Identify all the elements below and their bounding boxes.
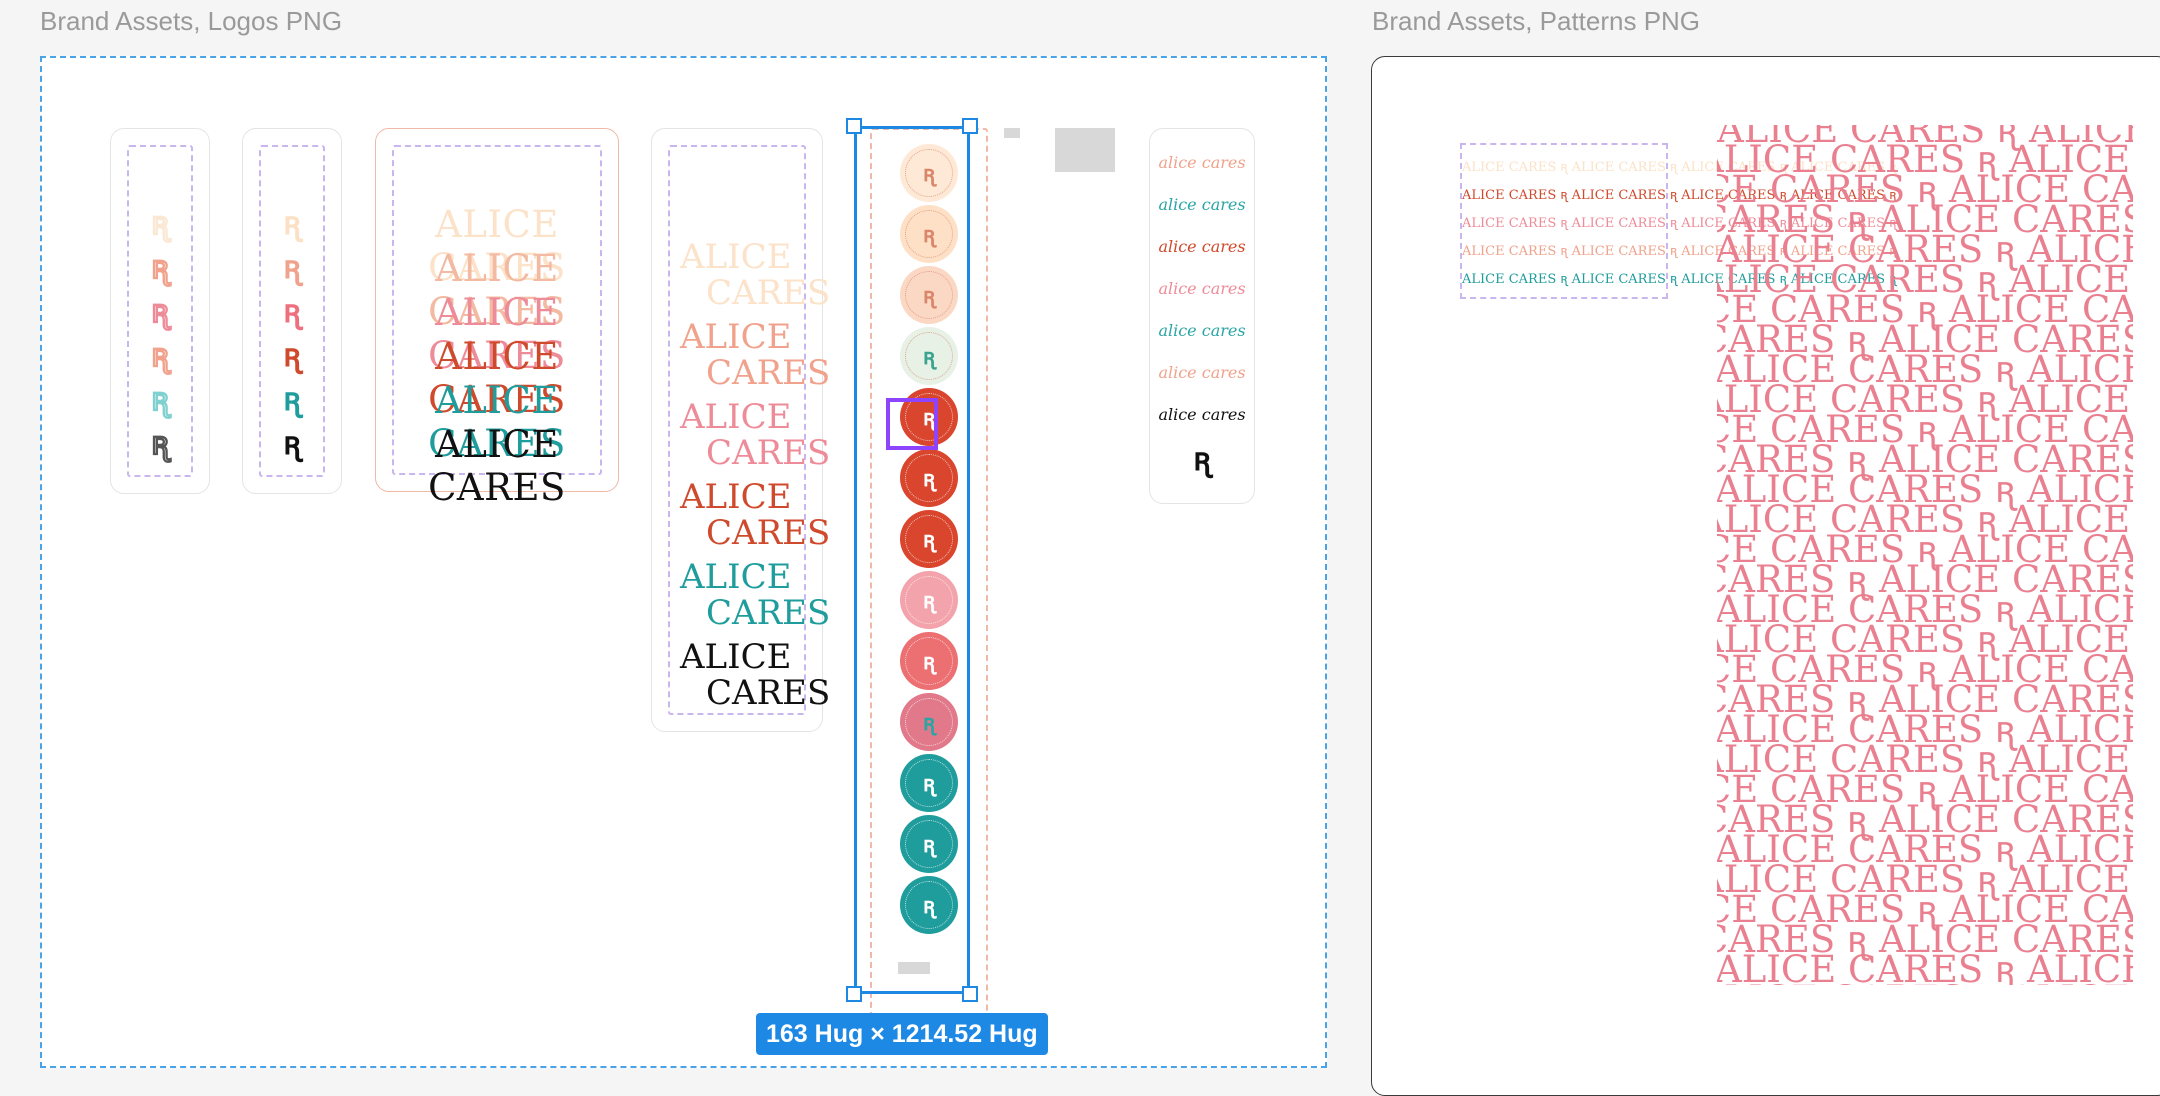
small-placeholder[interactable] bbox=[1004, 128, 1020, 138]
stacked-wordmark-teal[interactable]: ALICE CARES bbox=[680, 557, 831, 633]
mini-row-cream: ALICE CARES ꭆ ALICE CARES ꭆ ALICE CARES … bbox=[1462, 160, 1897, 175]
monogram-peach-outline[interactable]: ꭆ bbox=[151, 250, 170, 283]
script-logo-peach[interactable]: alice cares bbox=[1150, 153, 1254, 172]
selection-size-label: 163 Hug × 1214.52 Hug bbox=[756, 1013, 1048, 1055]
line-2: CARES bbox=[706, 593, 831, 633]
script-logo-card[interactable]: alice cares alice cares alice cares alic… bbox=[1149, 128, 1255, 504]
script-logo-teal-2[interactable]: alice cares bbox=[1150, 321, 1254, 340]
monogram-cream-outline[interactable]: ꭆ bbox=[151, 206, 170, 239]
line-1: ALICE bbox=[680, 317, 792, 357]
monogram-pink-outline[interactable]: ꭆ bbox=[151, 294, 170, 327]
line-2: CARES bbox=[706, 433, 831, 473]
stacked-wordmark-black[interactable]: ALICE CARES bbox=[680, 637, 831, 713]
mini-row-coral: ALICE CARES ꭆ ALICE CARES ꭆ ALICE CARES … bbox=[1462, 188, 1897, 203]
line-2: CARES bbox=[706, 273, 831, 313]
patterns-frame[interactable]: ALICE CARES ꭆ ALICE CARES ꭆ ALICE CARES … bbox=[1371, 56, 2160, 1096]
selection-box[interactable] bbox=[854, 126, 970, 994]
line-1: ALICE bbox=[680, 237, 792, 277]
line-1: ALICE bbox=[680, 557, 792, 597]
patterns-frame-title[interactable]: Brand Assets, Patterns PNG bbox=[1372, 6, 1700, 37]
monogram-outline-card[interactable]: ꭆ ꭆ ꭆ ꭆ ꭆ ꭆ bbox=[110, 128, 210, 494]
stacked-wordmark-cream[interactable]: ALICE CARES bbox=[680, 237, 831, 313]
stacked-wordmark-pink[interactable]: ALICE CARES bbox=[680, 397, 831, 473]
monogram-salmon-outline[interactable]: ꭆ bbox=[151, 338, 170, 371]
script-logo-pink[interactable]: alice cares bbox=[1150, 279, 1254, 298]
script-logo-salmon[interactable]: alice cares bbox=[1150, 363, 1254, 382]
monogram-coral-solid[interactable]: ꭆ bbox=[283, 339, 300, 371]
script-logo-black[interactable]: alice cares bbox=[1150, 405, 1254, 424]
monogram-cream-solid[interactable]: ꭆ bbox=[283, 207, 300, 239]
monogram-pink-solid[interactable]: ꭆ bbox=[283, 295, 300, 327]
stacked-wordmark-coral[interactable]: ALICE CARES bbox=[680, 477, 831, 553]
resize-handle-top-right[interactable] bbox=[962, 118, 978, 134]
monogram-black-small[interactable]: ꭆ bbox=[1193, 443, 1210, 475]
script-logo-coral[interactable]: alice cares bbox=[1150, 237, 1254, 256]
line-1: ALICE bbox=[680, 477, 792, 517]
mini-row-teal: ALICE CARES ꭆ ALICE CARES ꭆ ALICE CARES … bbox=[1462, 272, 1897, 287]
line-2: CARES bbox=[706, 353, 831, 393]
line-2: CARES bbox=[706, 673, 831, 713]
resize-handle-top-left[interactable] bbox=[846, 118, 862, 134]
script-logo-teal[interactable]: alice cares bbox=[1150, 195, 1254, 214]
mini-row-pink: ALICE CARES ꭆ ALICE CARES ꭆ ALICE CARES … bbox=[1462, 216, 1897, 231]
logos-frame-title[interactable]: Brand Assets, Logos PNG bbox=[40, 6, 342, 37]
pattern-preview[interactable]: ALICE CARES ꭆ ALICE CARES ꭆ ALICE CARES … bbox=[1717, 125, 2133, 985]
wordmark-black[interactable]: ALICE CARES bbox=[376, 423, 618, 509]
monogram-teal-outline[interactable]: ꭆ bbox=[151, 382, 170, 415]
monogram-black-solid[interactable]: ꭆ bbox=[283, 427, 300, 459]
mini-row-salmon: ALICE CARES ꭆ ALICE CARES ꭆ ALICE CARES … bbox=[1462, 244, 1897, 259]
monogram-teal-solid[interactable]: ꭆ bbox=[283, 383, 300, 415]
image-placeholder[interactable] bbox=[1055, 128, 1115, 172]
logos-frame[interactable]: ꭆ ꭆ ꭆ ꭆ ꭆ ꭆ ꭆ ꭆ ꭆ ꭆ ꭆ ꭆ ALICE CARES ALIC… bbox=[40, 56, 1327, 1068]
line-2: CARES bbox=[706, 513, 831, 553]
resize-handle-bottom-left[interactable] bbox=[846, 986, 862, 1002]
monogram-solid-card[interactable]: ꭆ ꭆ ꭆ ꭆ ꭆ ꭆ bbox=[242, 128, 342, 494]
monogram-black-outline[interactable]: ꭆ bbox=[151, 426, 170, 459]
wordmark-horizontal-card[interactable]: ALICE CARES ALICE CARES ALICE CARES ALIC… bbox=[375, 128, 619, 509]
mini-pattern-swatches[interactable]: ALICE CARES ꭆ ALICE CARES ꭆ ALICE CARES … bbox=[1460, 143, 1897, 299]
resize-handle-bottom-right[interactable] bbox=[962, 986, 978, 1002]
line-1: ALICE bbox=[680, 637, 792, 677]
pattern-row: ALICE CARES ꭆ ALICE CARES ꭆ ALICE CARES … bbox=[1717, 981, 2133, 985]
monogram-peach-solid[interactable]: ꭆ bbox=[283, 251, 300, 283]
line-1: ALICE bbox=[680, 397, 792, 437]
stacked-wordmark-peach[interactable]: ALICE CARES bbox=[680, 317, 831, 393]
wordmark-stacked-card[interactable]: ALICE CARES ALICE CARES ALICE CARES ALICE CA… bbox=[651, 128, 831, 732]
